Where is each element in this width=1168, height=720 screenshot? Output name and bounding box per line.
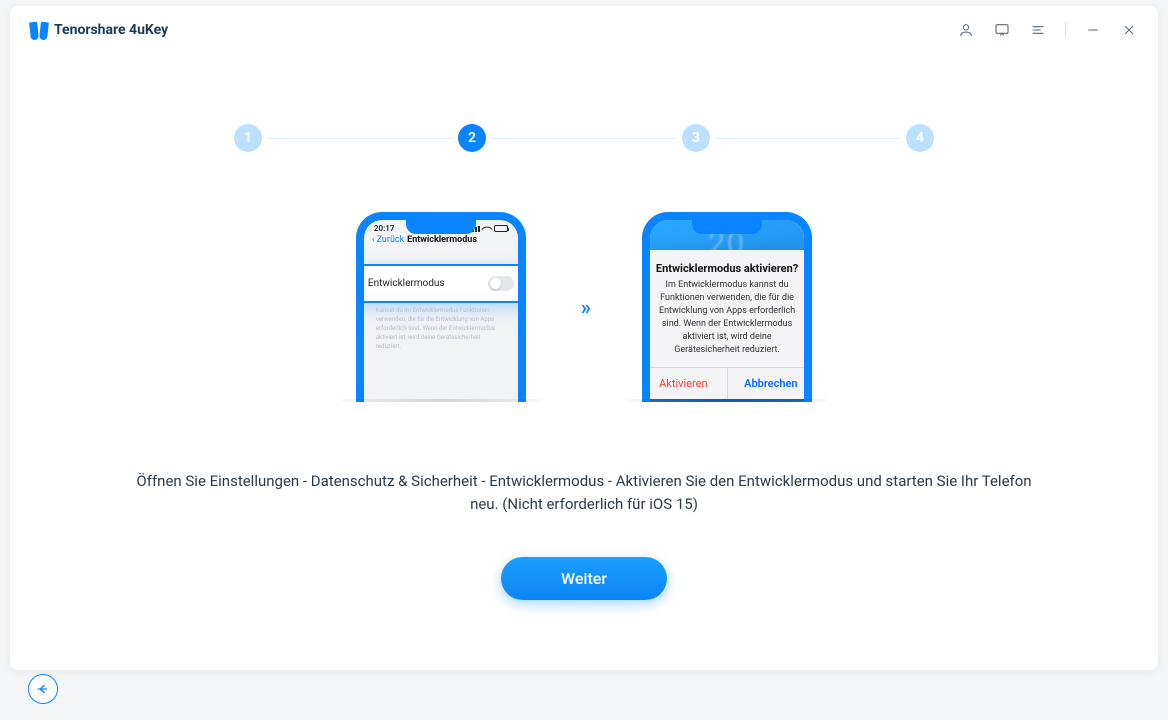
arrow-separator-icon: »: [581, 295, 587, 319]
phone-hint-text: Kannst du im Entwicklermodus Funktionen …: [376, 306, 506, 351]
toggle-switch-icon: [488, 276, 514, 291]
phone-nav-title: Entwicklermodus: [374, 235, 510, 245]
step-3: 3: [682, 124, 710, 152]
phone-time: 20:17: [374, 224, 394, 233]
phone-illustration-settings: 20:17 ‹ Zurück Entwicklermodus Entwickle…: [341, 212, 541, 402]
feedback-icon[interactable]: [993, 21, 1011, 39]
system-alert: Entwicklermodus aktivieren? Im Entwickle…: [642, 250, 812, 399]
continue-button[interactable]: Weiter: [501, 557, 667, 600]
menu-icon[interactable]: [1029, 21, 1047, 39]
step-4: 4: [906, 124, 934, 152]
illustration-row: 20:17 ‹ Zurück Entwicklermodus Entwickle…: [341, 212, 827, 402]
divider: [1065, 22, 1066, 38]
wifi-icon: [481, 223, 492, 234]
app-title: Tenorshare 4uKey: [54, 22, 168, 38]
battery-icon: [494, 225, 508, 232]
title-actions: [957, 21, 1138, 39]
close-icon[interactable]: [1120, 21, 1138, 39]
phone-illustration-alert: 20 Entwicklermodus aktivieren? Im Entwic…: [627, 212, 827, 402]
app-window: Tenorshare 4uKey 1 2 3 4: [10, 6, 1158, 670]
step-1: 1: [234, 124, 262, 152]
logo-icon: [30, 21, 48, 39]
phone-notch: [692, 220, 762, 234]
phone-nav: ‹ Zurück Entwicklermodus: [364, 233, 518, 249]
back-button[interactable]: [28, 674, 58, 704]
app-logo: Tenorshare 4uKey: [30, 21, 168, 39]
dev-mode-toggle-label: Entwicklermodus: [368, 278, 445, 289]
instruction-text: Öffnen Sie Einstellungen - Datenschutz &…: [134, 470, 1034, 517]
phone-notch: [406, 220, 476, 234]
minimize-icon[interactable]: [1084, 21, 1102, 39]
alert-cancel: Abbrechen: [728, 368, 813, 399]
account-icon[interactable]: [957, 21, 975, 39]
alert-title: Entwicklermodus aktivieren?: [652, 262, 802, 275]
dev-mode-toggle-panel: Entwicklermodus: [356, 264, 526, 303]
alert-confirm: Aktivieren: [642, 368, 728, 399]
alert-text: Im Entwicklermodus kannst du Funktionen …: [652, 279, 802, 357]
step-2: 2: [458, 124, 486, 152]
titlebar: Tenorshare 4uKey: [10, 6, 1158, 54]
content-area: 1 2 3 4 20:17: [10, 54, 1158, 670]
stepper: 1 2 3 4: [234, 124, 934, 152]
